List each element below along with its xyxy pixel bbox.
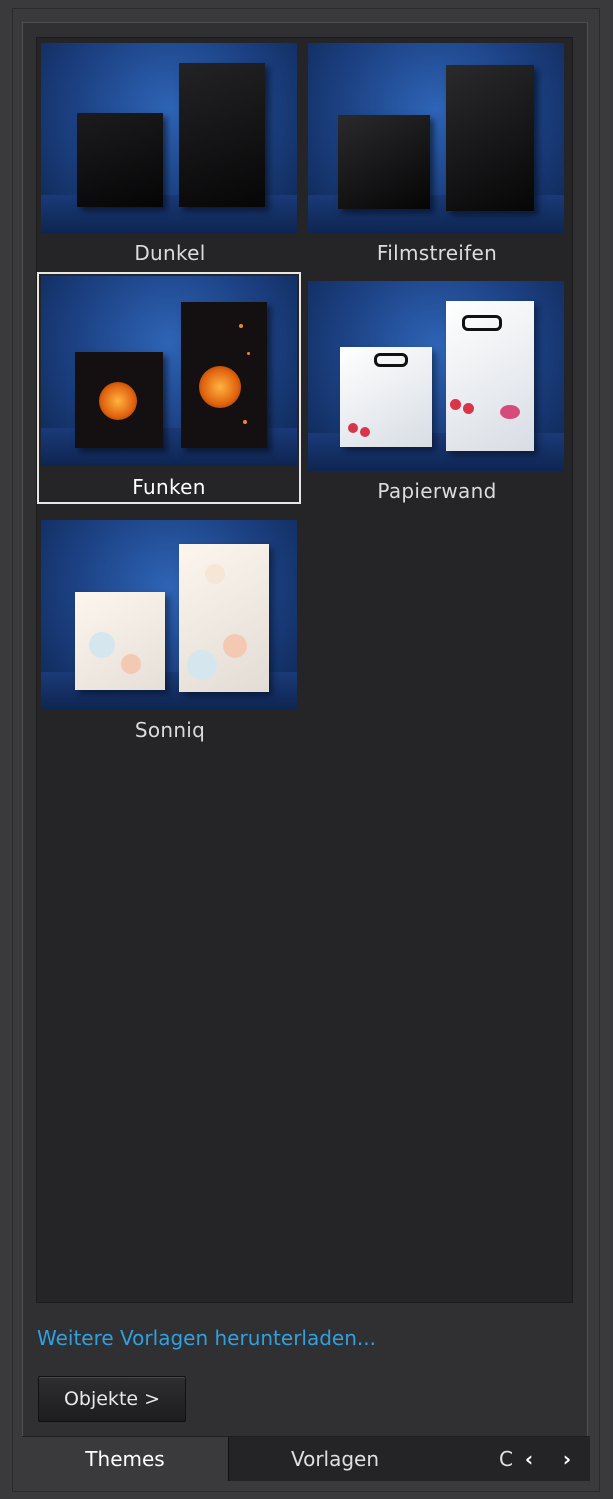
theme-thumbnail [41,276,297,466]
theme-label: Funken [132,475,206,499]
tab-scroll-left-icon[interactable]: ‹ [518,1437,540,1481]
theme-label: Filmstreifen [376,241,498,265]
theme-tile-filmstreifen[interactable]: Filmstreifen [305,40,569,272]
objects-button[interactable]: Objekte > [38,1376,186,1422]
download-more-templates-link[interactable]: Weitere Vorlagen herunterladen... [37,1326,376,1350]
theme-thumbnail [308,281,564,471]
theme-tile-funken[interactable]: Funken [37,272,301,504]
theme-thumbnail [41,520,297,710]
tab-partial[interactable]: C [496,1437,516,1481]
theme-tile-papierwand[interactable]: Papierwand [305,278,569,510]
theme-tile-dunkel[interactable]: Dunkel [38,40,302,272]
theme-label: Sonniq [134,718,206,742]
theme-label: Dunkel [134,241,206,265]
tab-themes[interactable]: Themes [22,1437,228,1481]
theme-thumbnail [41,43,297,233]
tab-scroll-right-icon[interactable]: › [556,1437,578,1481]
tab-vorlagen[interactable]: Vorlagen [270,1437,400,1481]
theme-tile-sonniq[interactable]: Sonniq [38,517,302,749]
theme-thumbnail [308,43,564,233]
theme-label: Papierwand [377,479,497,503]
tab-bar: Themes Vorlagen C ‹ › [22,1436,590,1481]
